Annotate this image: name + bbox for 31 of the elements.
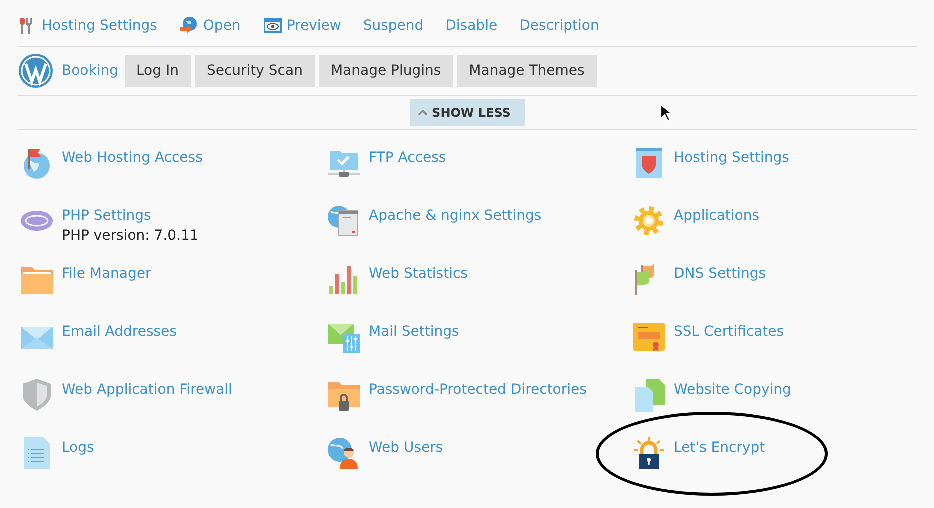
action-link[interactable]: Open — [179, 16, 241, 36]
tool-link[interactable]: Web Statistics — [369, 266, 468, 282]
tool-link[interactable]: DNS Settings — [674, 266, 766, 282]
tool-link[interactable]: Logs — [62, 440, 94, 456]
tool-link[interactable]: Let's Encrypt — [674, 440, 766, 456]
tool-link[interactable]: Web Application Firewall — [62, 382, 232, 398]
tool-link[interactable]: Email Addresses — [62, 324, 177, 340]
wordpress-button[interactable]: Log In — [124, 55, 191, 87]
show-less-button[interactable]: SHOW LESS — [410, 99, 525, 126]
action-link[interactable]: Hosting Settings — [18, 16, 158, 36]
tool-link[interactable]: Website Copying — [674, 382, 792, 398]
action-link[interactable]: Suspend — [363, 18, 424, 34]
tool-link[interactable]: Applications — [674, 208, 760, 224]
wordpress-button[interactable]: Manage Plugins — [318, 55, 454, 87]
tool-link[interactable]: Password-Protected Directories — [369, 382, 587, 398]
action-link[interactable]: Disable — [446, 18, 498, 34]
tool-link[interactable]: Hosting Settings — [674, 150, 790, 166]
action-link[interactable]: Preview — [262, 16, 342, 36]
wordpress-button[interactable]: Security Scan — [194, 55, 315, 87]
wordpress-button[interactable]: Manage Themes — [457, 55, 597, 87]
php-version-text: PHP version: 7.0.11 — [62, 228, 199, 244]
tool-link[interactable]: Apache & nginx Settings — [369, 208, 542, 224]
tool-link[interactable]: File Manager — [62, 266, 152, 282]
site-link[interactable]: Booking — [62, 63, 118, 79]
tool-link[interactable]: PHP Settings — [62, 208, 199, 224]
tool-link[interactable]: SSL Certificates — [674, 324, 784, 340]
tool-link[interactable]: Mail Settings — [369, 324, 460, 340]
tool-link[interactable]: Web Users — [369, 440, 444, 456]
tool-link[interactable]: FTP Access — [369, 150, 446, 166]
tool-link[interactable]: Web Hosting Access — [62, 150, 203, 166]
action-link[interactable]: Description — [520, 18, 600, 34]
